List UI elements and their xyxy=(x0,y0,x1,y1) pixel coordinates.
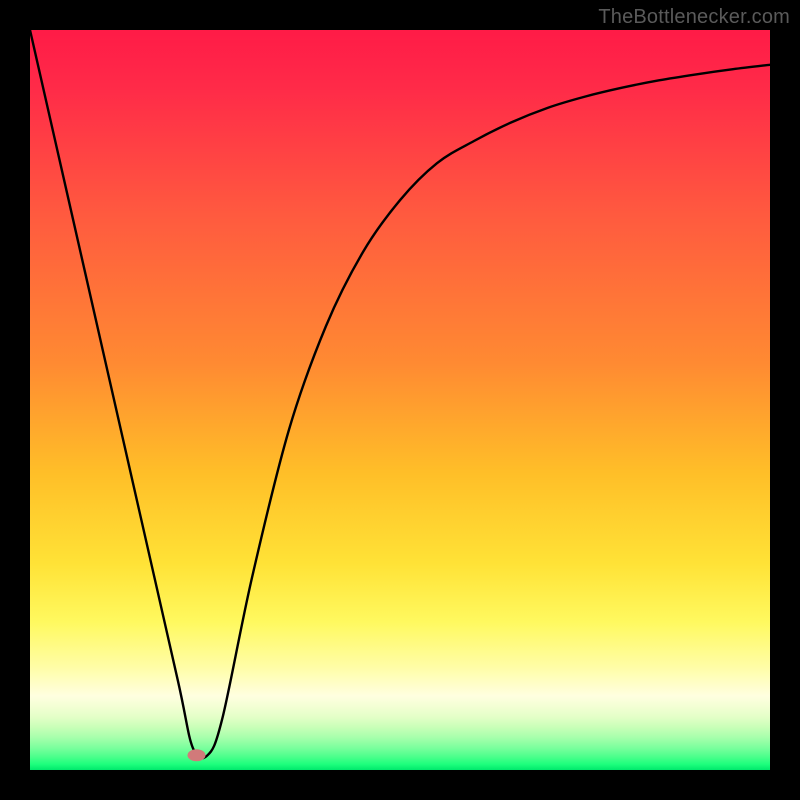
chart-frame: TheBottlenecker.com xyxy=(0,0,800,800)
bottleneck-curve-line xyxy=(30,30,770,758)
watermark-label: TheBottlenecker.com xyxy=(598,6,790,29)
bottleneck-curve-svg xyxy=(30,30,770,770)
optimum-marker xyxy=(188,749,206,761)
plot-area xyxy=(30,30,770,770)
